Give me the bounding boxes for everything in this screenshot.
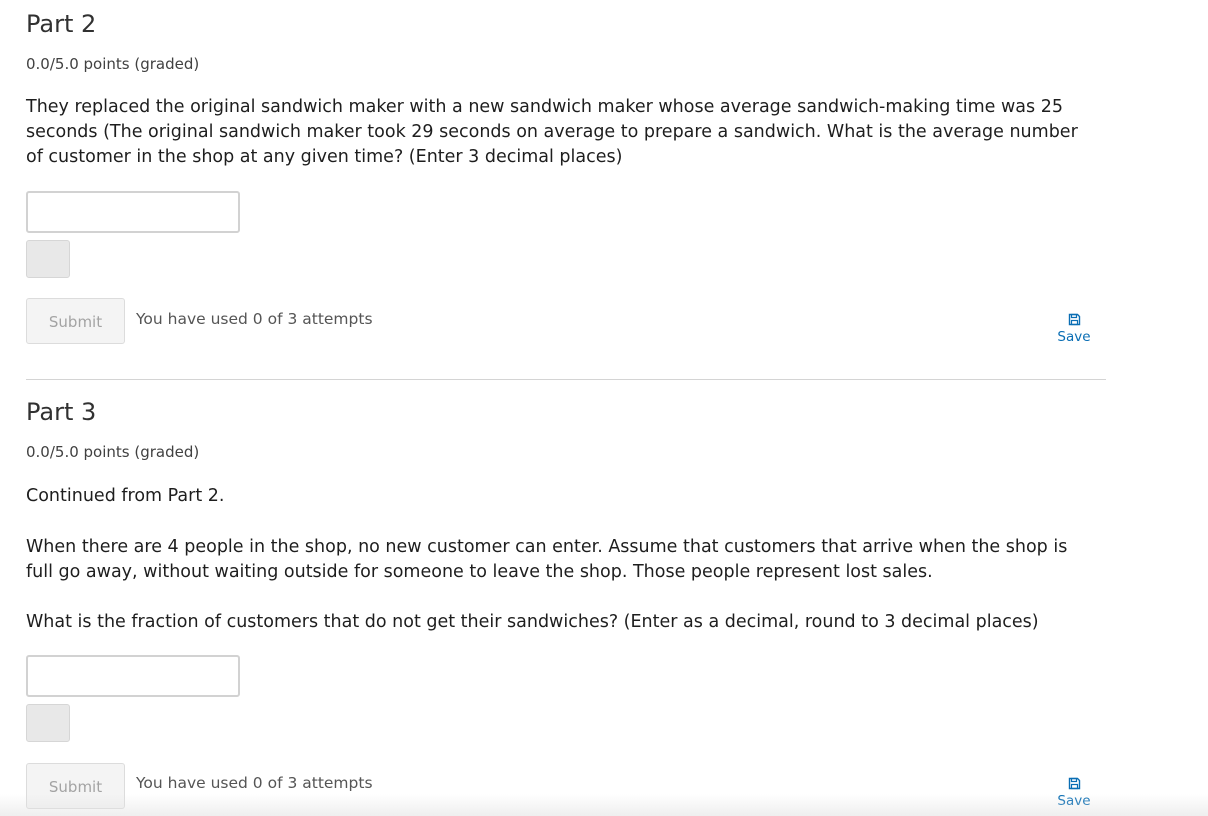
submit-button[interactable]: Submit: [26, 763, 125, 809]
problem-title: Part 2: [26, 10, 97, 38]
floppy-disk-icon: [1068, 313, 1080, 326]
bottom-scroll-shadow: [0, 794, 1208, 816]
answer-input[interactable]: [26, 191, 240, 233]
answer-status-indicator: [26, 704, 70, 742]
section-divider: [26, 379, 1106, 380]
save-button[interactable]: Save: [1050, 777, 1098, 810]
save-label: Save: [1057, 329, 1091, 345]
question-text: What is the fraction of customers that d…: [26, 612, 1039, 632]
answer-input[interactable]: [26, 655, 240, 697]
save-button[interactable]: Save: [1050, 313, 1098, 346]
question-text: Continued from Part 2.: [26, 486, 225, 506]
problem-points: 0.0/5.0 points (graded): [26, 443, 200, 461]
problem-points: 0.0/5.0 points (graded): [26, 55, 200, 73]
submit-button[interactable]: Submit: [26, 298, 125, 344]
attempts-text: You have used 0 of 3 attempts: [136, 310, 373, 328]
attempts-text: You have used 0 of 3 attempts: [136, 774, 373, 792]
save-label: Save: [1057, 793, 1091, 809]
floppy-disk-icon: [1068, 777, 1080, 790]
problem-title: Part 3: [26, 398, 97, 426]
question-text: They replaced the original sandwich make…: [26, 97, 1078, 167]
answer-status-indicator: [26, 240, 70, 278]
question-text: When there are 4 people in the shop, no …: [26, 537, 1068, 582]
